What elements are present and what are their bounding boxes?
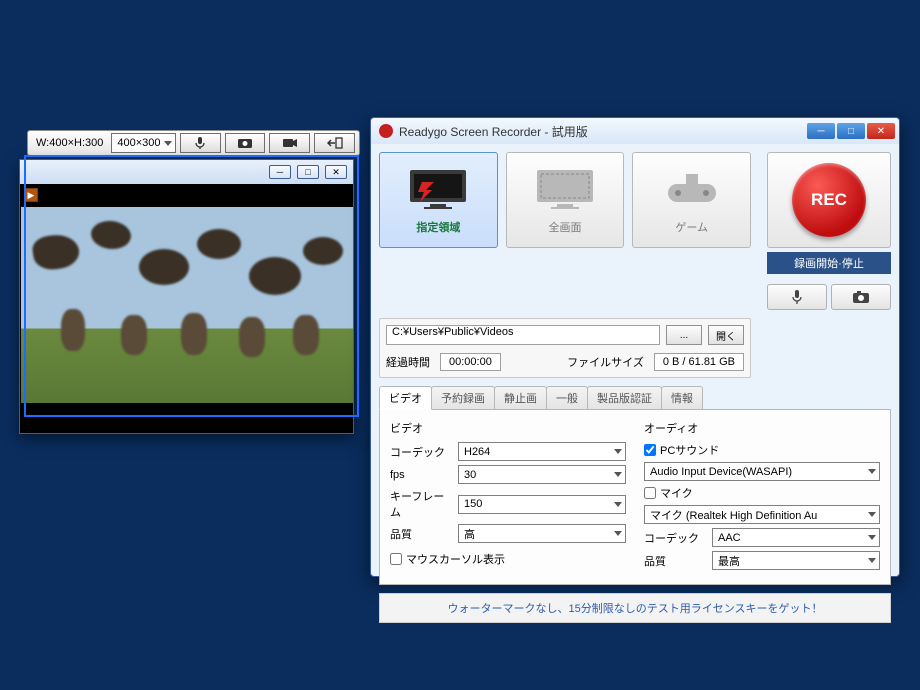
tab-license[interactable]: 製品版認証 xyxy=(587,386,662,409)
monitor-icon xyxy=(404,165,472,215)
elapsed-time-value: 00:00:00 xyxy=(440,353,501,371)
tab-info[interactable]: 情報 xyxy=(661,386,703,409)
preview-titlebar[interactable]: ─ □ ✕ xyxy=(20,160,353,184)
chevron-down-icon xyxy=(868,512,876,517)
keyframe-select[interactable]: 150 xyxy=(458,495,626,514)
minimize-button[interactable]: ─ xyxy=(807,123,835,139)
audio-settings-group: オーディオ PCサウンド Audio Input Device(WASAPI) … xyxy=(644,420,880,574)
chevron-down-icon xyxy=(614,531,622,536)
trial-notice[interactable]: ウォーターマークなし、15分制限なしのテスト用ライセンスキーをゲット！ xyxy=(379,593,891,623)
elapsed-time-label: 経過時間 xyxy=(386,354,430,370)
chevron-down-icon xyxy=(164,141,172,146)
chevron-down-icon xyxy=(614,472,622,477)
capture-size-dropdown[interactable]: 400×300 xyxy=(111,133,175,153)
mode-game-label: ゲーム xyxy=(675,219,708,235)
chevron-down-icon xyxy=(868,558,876,563)
audio-codec-label: コーデック xyxy=(644,530,706,546)
fps-select[interactable]: 30 xyxy=(458,465,626,484)
preview-maximize-button[interactable]: □ xyxy=(297,165,319,179)
tab-general[interactable]: 一般 xyxy=(546,386,588,409)
mic-device-select[interactable]: マイク (Realtek High Definition Au xyxy=(644,505,880,524)
tab-screenshot[interactable]: 静止画 xyxy=(494,386,547,409)
fullscreen-icon xyxy=(531,165,599,215)
tool-camera-button[interactable] xyxy=(831,284,891,310)
browse-button[interactable]: ... xyxy=(666,325,702,345)
video-camera-button[interactable] xyxy=(269,133,310,153)
microphone-button[interactable] xyxy=(180,133,221,153)
main-titlebar[interactable]: Readygo Screen Recorder - 試用版 ─ □ ✕ xyxy=(371,118,899,144)
chevron-down-icon xyxy=(868,469,876,474)
chevron-down-icon xyxy=(614,449,622,454)
mode-region-button[interactable]: 指定領域 xyxy=(379,152,498,248)
pcsound-label: PCサウンド xyxy=(660,442,719,458)
cursor-label: マウスカーソル表示 xyxy=(406,551,505,567)
audio-quality-select[interactable]: 最高 xyxy=(712,551,880,570)
mode-game-button[interactable]: ゲーム xyxy=(632,152,751,248)
settings-tabs: ビデオ 予約録画 静止画 一般 製品版認証 情報 xyxy=(379,386,891,410)
app-title: Readygo Screen Recorder - 試用版 xyxy=(399,123,588,140)
mic-label: マイク xyxy=(660,485,693,501)
close-button[interactable]: ✕ xyxy=(867,123,895,139)
record-status-label: 録画開始·停止 xyxy=(767,252,891,274)
tool-mic-button[interactable] xyxy=(767,284,827,310)
tab-scheduled[interactable]: 予約録画 xyxy=(431,386,495,409)
output-path-input[interactable]: C:¥Users¥Public¥Videos xyxy=(386,325,660,345)
mode-fullscreen-label: 全画面 xyxy=(549,219,582,235)
preview-body: ▶ xyxy=(20,184,353,433)
audio-quality-label: 品質 xyxy=(644,553,706,569)
file-size-value: 0 B / 61.81 GB xyxy=(654,353,744,371)
preview-minimize-button[interactable]: ─ xyxy=(269,165,291,179)
capture-size-value: 400×300 xyxy=(117,137,160,149)
file-size-label: ファイルサイズ xyxy=(567,354,644,370)
pcsound-device-select[interactable]: Audio Input Device(WASAPI) xyxy=(644,462,880,481)
mode-region-label: 指定領域 xyxy=(416,219,460,235)
fps-label: fps xyxy=(390,469,452,481)
mode-fullscreen-button[interactable]: 全画面 xyxy=(506,152,625,248)
mic-checkbox[interactable] xyxy=(644,487,656,499)
video-quality-select[interactable]: 高 xyxy=(458,524,626,543)
video-quality-label: 品質 xyxy=(390,526,452,542)
chevron-down-icon xyxy=(868,535,876,540)
camera-button[interactable] xyxy=(225,133,266,153)
record-button[interactable]: REC xyxy=(767,152,891,248)
main-window: Readygo Screen Recorder - 試用版 ─ □ ✕ 指定領域… xyxy=(370,117,900,577)
gamepad-icon xyxy=(658,165,726,215)
codec-label: コーデック xyxy=(390,444,452,460)
preview-window: ─ □ ✕ ▶ xyxy=(19,159,354,434)
cursor-checkbox[interactable] xyxy=(390,553,402,565)
tab-video[interactable]: ビデオ xyxy=(379,386,432,410)
capture-size-label: W:400×H:300 xyxy=(32,137,107,149)
record-icon: REC xyxy=(792,163,866,237)
audio-codec-select[interactable]: AAC xyxy=(712,528,880,547)
video-heading: ビデオ xyxy=(390,420,626,436)
video-codec-select[interactable]: H264 xyxy=(458,442,626,461)
video-content xyxy=(21,207,353,403)
audio-heading: オーディオ xyxy=(644,420,880,436)
chevron-down-icon xyxy=(614,502,622,507)
video-settings-group: ビデオ コーデック H264 fps 30 キーフレーム 150 品質高 マウスカーソ… xyxy=(390,420,626,574)
exit-button[interactable] xyxy=(314,133,355,153)
play-icon[interactable]: ▶ xyxy=(24,188,38,202)
preview-close-button[interactable]: ✕ xyxy=(325,165,347,179)
pcsound-checkbox[interactable] xyxy=(644,444,656,456)
capture-size-toolbar: W:400×H:300 400×300 xyxy=(27,130,360,156)
open-folder-button[interactable]: 開く xyxy=(708,325,744,345)
keyframe-label: キーフレーム xyxy=(390,488,452,520)
app-icon xyxy=(379,124,393,138)
maximize-button[interactable]: □ xyxy=(837,123,865,139)
